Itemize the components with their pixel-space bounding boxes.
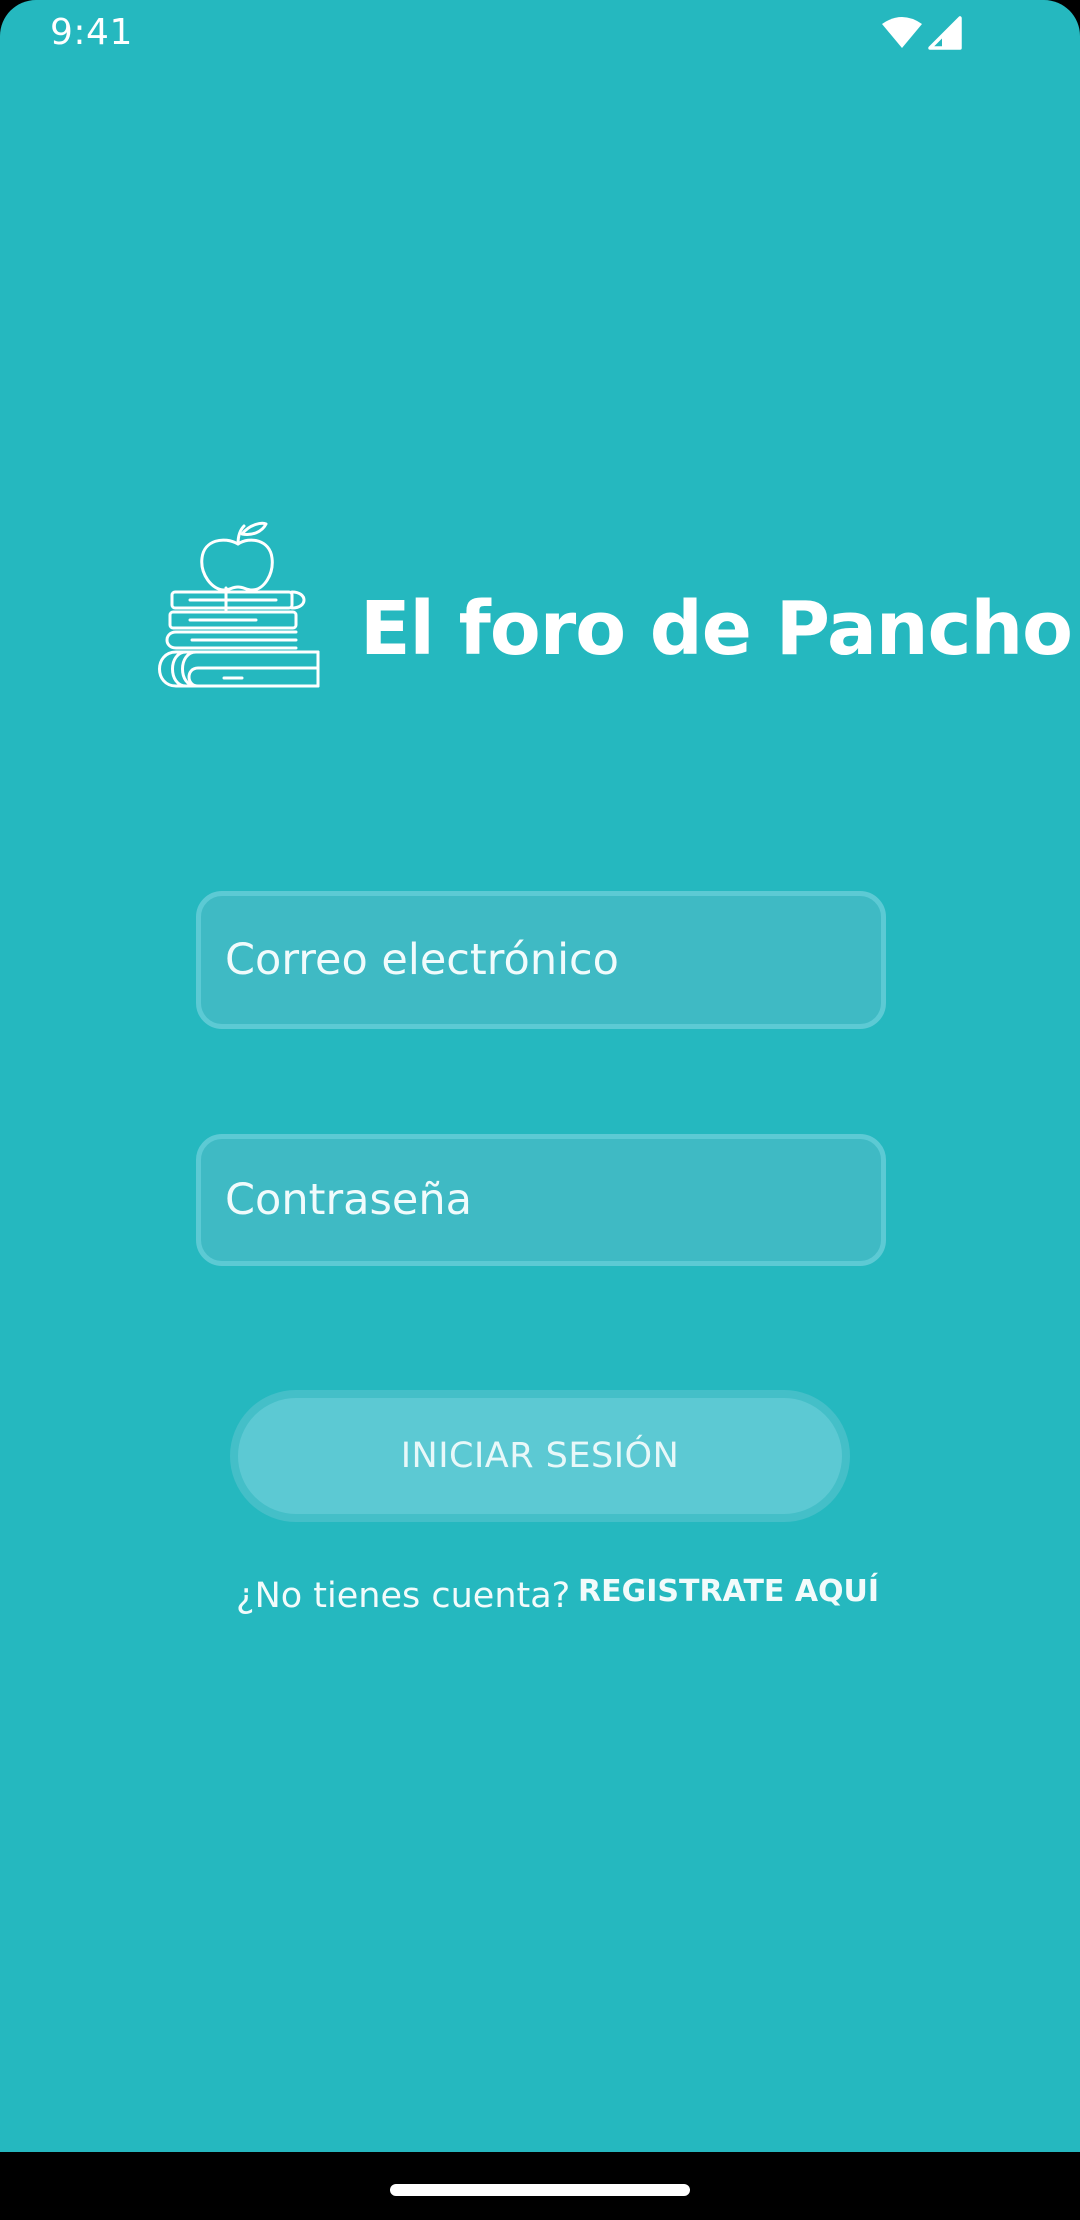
app-title: El foro de Pancho <box>360 586 1073 672</box>
login-button[interactable]: INICIAR SESIÓN <box>230 1390 850 1522</box>
status-time: 9:41 <box>50 12 133 53</box>
signup-link[interactable]: REGISTRATE AQUÍ <box>578 1574 879 1609</box>
signup-question: ¿No tienes cuenta? <box>236 1576 571 1616</box>
books-apple-icon <box>158 521 320 688</box>
password-field[interactable] <box>196 1134 886 1266</box>
signal-icon <box>928 16 962 50</box>
status-bar: 9:41 <box>0 0 1080 68</box>
signup-row: ¿No tienes cuenta? REGISTRATE AQUÍ <box>236 1572 879 1622</box>
wifi-icon <box>882 17 922 48</box>
password-input[interactable] <box>225 1175 857 1225</box>
home-indicator[interactable] <box>390 2184 690 2196</box>
login-screen: 9:41 El foro de Pancho Correo electrónic… <box>0 0 1080 2152</box>
email-input[interactable] <box>225 935 857 985</box>
email-field[interactable] <box>196 891 886 1029</box>
